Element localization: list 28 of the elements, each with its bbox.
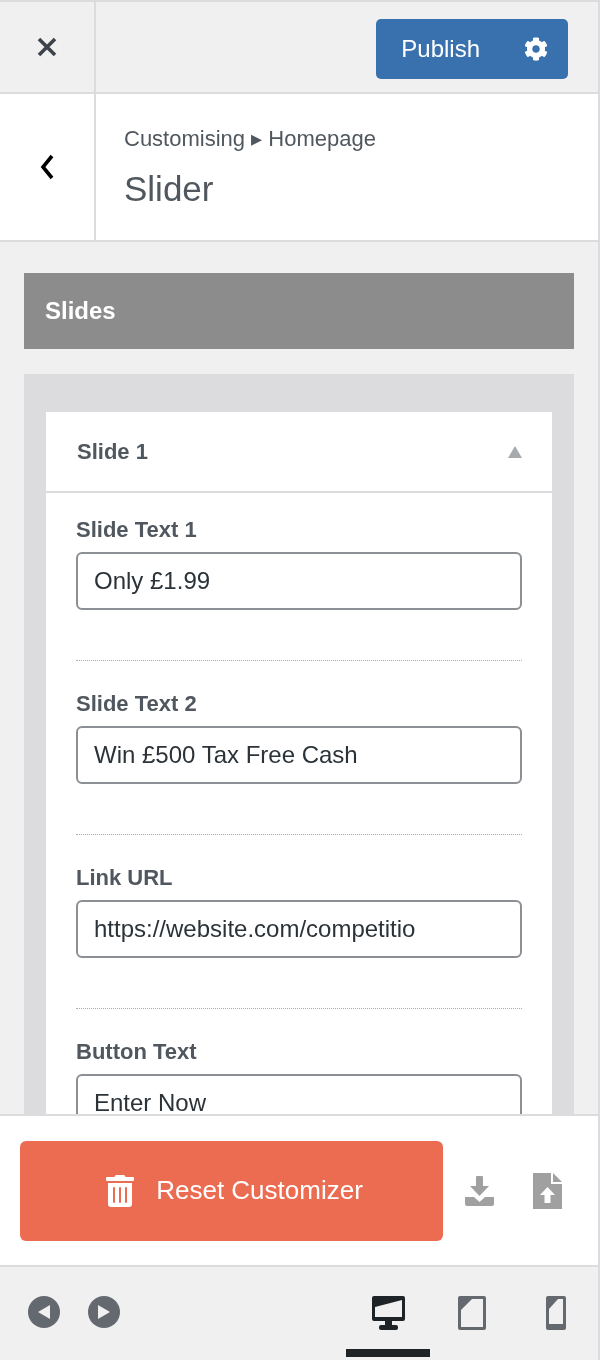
breadcrumb: Customising ▸ Homepage <box>124 125 376 153</box>
previous-button[interactable] <box>28 1296 60 1328</box>
close-icon <box>37 37 57 57</box>
settings-icon <box>524 37 548 61</box>
mobile-icon <box>546 1296 566 1330</box>
text-field[interactable]: Enter Now <box>76 1074 522 1114</box>
field-label: Slide Text 2 <box>76 690 198 718</box>
field-label: Slide Text 1 <box>76 516 198 544</box>
file-upload-icon <box>533 1172 562 1209</box>
triangle-left-icon <box>38 1305 50 1319</box>
publish-button[interactable]: Publish <box>376 19 508 79</box>
text-field[interactable]: https://website.com/competitio <box>76 900 522 958</box>
field-label: Button Text <box>76 1038 198 1066</box>
back-icon <box>40 154 54 180</box>
desktop-icon <box>371 1296 405 1330</box>
trash-icon <box>104 1174 137 1207</box>
settings-button[interactable] <box>508 19 568 79</box>
import-button[interactable] <box>533 1172 562 1209</box>
triangle-right-icon <box>98 1305 110 1319</box>
panel-title: Slides <box>24 273 574 349</box>
section-title: Slider <box>124 168 215 210</box>
tablet-icon <box>458 1296 486 1330</box>
field-label: Link URL <box>76 864 174 892</box>
download-icon <box>465 1175 494 1206</box>
text-field[interactable]: Win £500 Tax Free Cash <box>76 726 522 784</box>
next-button[interactable] <box>88 1296 120 1328</box>
export-button[interactable] <box>465 1175 494 1206</box>
text-field[interactable]: Only £1.99 <box>76 552 522 610</box>
